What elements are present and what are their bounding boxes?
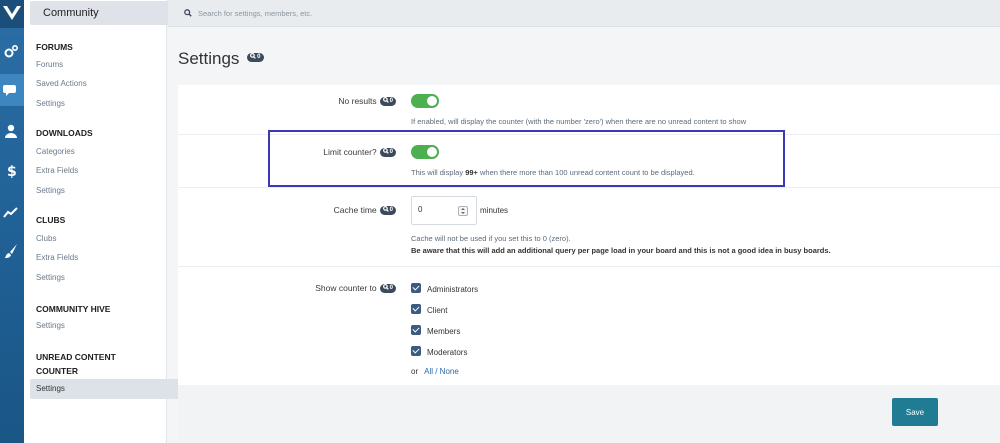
search-badge[interactable]: 0: [379, 284, 396, 294]
setting-label-text: No results: [338, 96, 377, 106]
search-icon: [382, 148, 389, 155]
checkbox-members[interactable]: Members: [411, 325, 460, 336]
brush-icon[interactable]: [0, 235, 24, 267]
checkbox[interactable]: [411, 346, 421, 356]
sidebar-item-counter-settings[interactable]: Settings: [30, 379, 185, 399]
badge-count: 0: [389, 149, 393, 156]
search-badge[interactable]: 0: [379, 148, 396, 158]
no-results-toggle[interactable]: [411, 94, 439, 108]
form-footer: Save: [178, 385, 1000, 440]
setting-label: Show counter to 0: [315, 283, 396, 294]
save-button[interactable]: Save: [892, 398, 938, 426]
number-stepper[interactable]: [458, 206, 468, 216]
cache-time-field[interactable]: [411, 196, 477, 225]
setting-label-text: Cache time: [333, 205, 377, 215]
desc-text: when there more than 100 unread content …: [477, 168, 695, 177]
checkbox-moderators[interactable]: Moderators: [411, 346, 467, 357]
checkbox-label: Moderators: [427, 348, 468, 357]
sidebar-group-heading: FORUMS: [36, 42, 73, 52]
select-all-none: or All / None: [411, 367, 459, 376]
checkbox[interactable]: [411, 304, 421, 314]
search-bar: [168, 0, 1000, 27]
sidebar-title[interactable]: Community: [30, 1, 185, 25]
page-title-text: Settings: [178, 49, 240, 68]
logo-icon[interactable]: [0, 0, 24, 28]
cache-time-input[interactable]: [418, 205, 452, 214]
sidebar-group-heading: COMMUNITY HIVE: [36, 304, 111, 314]
sidebar: Community FORUMS Forums Saved Actions Se…: [24, 0, 185, 443]
dollar-icon[interactable]: $: [0, 155, 24, 187]
checkbox[interactable]: [411, 283, 421, 293]
desc-text: This will display: [411, 168, 466, 177]
sidebar-item-forums[interactable]: Forums: [36, 60, 63, 69]
icon-rail: $: [0, 0, 24, 443]
setting-description: This will display 99+ when there more th…: [411, 168, 695, 177]
badge-count: 0: [257, 54, 261, 61]
search-icon: [250, 53, 256, 59]
search-icon: [382, 97, 389, 104]
all-none-link[interactable]: All / None: [424, 367, 459, 376]
setting-row-show-counter: Show counter to 0 Administrators Client M…: [178, 267, 1000, 385]
chat-icon[interactable]: [0, 74, 24, 106]
desc-bold: 99+: [465, 168, 478, 177]
search-input[interactable]: [198, 4, 598, 23]
badge-count: 0: [389, 285, 393, 292]
search-icon: [382, 284, 389, 291]
chart-icon[interactable]: [0, 196, 24, 228]
warning-text: Be aware that this will add an additiona…: [411, 246, 831, 255]
setting-description: Cache will not be used if you set this t…: [411, 234, 571, 243]
setting-row-cache-time: Cache time 0 minutes Cache will not be us…: [178, 188, 1000, 267]
sidebar-item-forums-settings[interactable]: Settings: [36, 99, 65, 108]
sidebar-group-heading: DOWNLOADS: [36, 128, 93, 138]
setting-label-text: Show counter to: [315, 283, 377, 293]
gears-icon[interactable]: [0, 36, 24, 68]
setting-row-limit-counter: Limit counter? 0 This will display 99+ wh…: [178, 135, 1000, 188]
limit-counter-toggle[interactable]: [411, 145, 439, 159]
cache-time-unit: minutes: [480, 206, 509, 215]
svg-text:$: $: [7, 164, 17, 179]
sidebar-group-heading: UNREAD CONTENT COUNTER: [36, 352, 116, 376]
search-icon: [184, 9, 192, 17]
checkbox-label: Administrators: [427, 285, 479, 294]
search-icon: [382, 206, 389, 213]
sidebar-item-hive-settings[interactable]: Settings: [36, 321, 65, 330]
sidebar-item-extra-fields[interactable]: Extra Fields: [36, 166, 78, 175]
setting-row-no-results: No results 0 If enabled, will display the…: [178, 85, 1000, 135]
search-badge[interactable]: 0: [247, 53, 264, 63]
setting-description: If enabled, will display the counter (wi…: [411, 117, 747, 126]
page-title: Settings 0: [178, 49, 264, 69]
setting-warning: Be aware that this will add an additiona…: [411, 246, 831, 255]
search-badge[interactable]: 0: [379, 97, 396, 107]
setting-label: No results 0: [338, 96, 396, 107]
sidebar-group-heading: CLUBS: [36, 215, 66, 225]
badge-count: 0: [389, 98, 393, 105]
checkbox-label: Client: [427, 306, 448, 315]
setting-label: Limit counter? 0: [323, 147, 396, 158]
sidebar-item-clubs[interactable]: Clubs: [36, 234, 56, 243]
setting-label: Cache time 0: [333, 205, 396, 216]
badge-count: 0: [389, 207, 393, 214]
checkbox-administrators[interactable]: Administrators: [411, 283, 478, 294]
sidebar-item-saved-actions[interactable]: Saved Actions: [36, 79, 87, 88]
sidebar-item-categories[interactable]: Categories: [36, 147, 75, 156]
or-text: or: [411, 367, 419, 376]
settings-panel: No results 0 If enabled, will display the…: [178, 85, 1000, 440]
search-badge[interactable]: 0: [379, 206, 396, 216]
sidebar-item-clubs-settings[interactable]: Settings: [36, 273, 65, 282]
checkbox[interactable]: [411, 325, 421, 335]
user-icon[interactable]: [0, 115, 24, 147]
setting-label-text: Limit counter?: [323, 147, 377, 157]
checkbox-client[interactable]: Client: [411, 304, 447, 315]
checkbox-label: Members: [427, 327, 461, 336]
sidebar-item-downloads-settings[interactable]: Settings: [36, 186, 65, 195]
sidebar-item-clubs-extra-fields[interactable]: Extra Fields: [36, 253, 78, 262]
